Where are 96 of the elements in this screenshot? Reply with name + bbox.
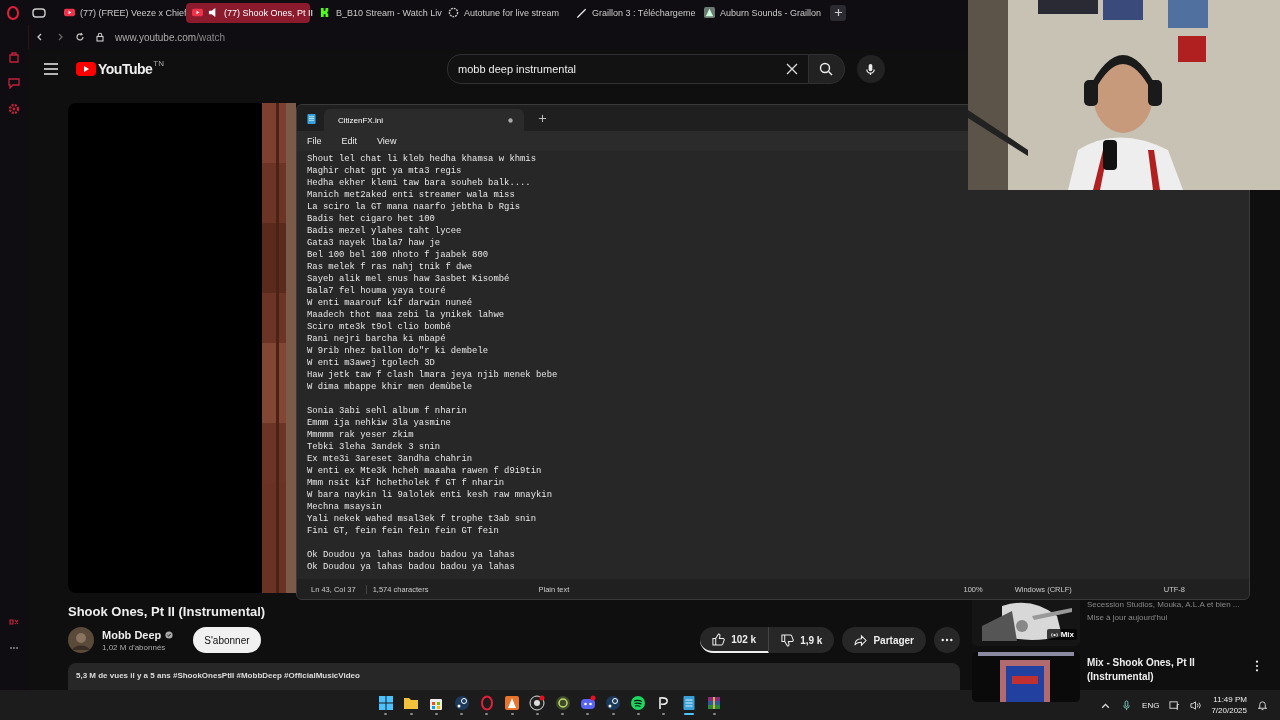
text-line: Mmmmm rak yeser zkim: [307, 429, 415, 441]
text-line: Bel 100 bel 100 nhoto f jaabek 800: [307, 249, 490, 261]
text-line: Maghir chat gpt ya mta3 regis: [307, 165, 463, 177]
more-icon: [941, 638, 953, 642]
region-code: TN: [153, 59, 164, 68]
notepad-icon: [307, 112, 316, 124]
text-line: Shout lel chat li kleb hedha khamsa w khmis: [307, 153, 537, 165]
subscriber-count: 1,02 M d'abonnés: [102, 642, 167, 652]
new-tab-icon[interactable]: [538, 113, 547, 123]
logo-text[interactable]: YouTube: [98, 61, 153, 77]
text-line: Gata3 nayek lbala7 haw je: [307, 237, 442, 249]
video-player[interactable]: [68, 103, 296, 593]
play-button-icon: [64, 7, 75, 18]
settings-icon[interactable]: [8, 103, 20, 115]
text-line: Tebki 3leha 3andek 3 snin: [307, 441, 442, 453]
text-line: Fini GT, fein fein fein fein GT fein: [307, 525, 500, 537]
flower-icon: [448, 7, 459, 18]
subscribe-button[interactable]: S'abonner: [193, 627, 261, 653]
share-button[interactable]: Partager: [842, 627, 926, 653]
triangle-icon: [704, 7, 715, 18]
dislike-button[interactable]: 1,9 k: [769, 627, 835, 653]
thumbs-down-icon: [781, 633, 795, 647]
text-line: Sayeb alik mel snus haw 3asbet Kisombé: [307, 273, 511, 285]
browser-tab[interactable]: Autotune for live stream: [442, 2, 566, 23]
letter-block-icon: [320, 7, 331, 18]
text-line: Sonia 3abi sehl album f nharin: [307, 405, 468, 417]
ring-icon[interactable]: [6, 5, 20, 20]
video-channels: Secession Studios, Mouka, A.L.A et bien ...: [1087, 600, 1241, 609]
text-line: Badis mezel ylahes taht lycee: [307, 225, 463, 237]
channel-name[interactable]: Mobb Deep: [102, 628, 162, 641]
language-indicator[interactable]: ENG: [1142, 700, 1160, 710]
text-line: W enti m3awej tgolech 3D: [307, 357, 436, 369]
new-tab-button[interactable]: [830, 4, 846, 21]
text-line: Yali nekek wahed msal3ek f trophe t3ab snin: [307, 513, 537, 525]
text-line: La sciro la GT mana naarfo jebtha b Rgis: [307, 201, 522, 213]
bag-icon[interactable]: [8, 51, 20, 63]
address-field[interactable]: www.youtube.com/watch: [115, 31, 226, 43]
text-line: W bara naykin li 9alolek enti kesh raw mnaykin: [307, 489, 553, 501]
text-line: Ex mte3i 3areset 3andha chahrin: [307, 453, 474, 465]
close-icon[interactable]: [786, 63, 798, 75]
verified-icon: [165, 630, 174, 639]
lock-icon: [95, 32, 105, 42]
video-meta: Mise à jour aujourd'hui: [1087, 613, 1169, 622]
search-icon: [819, 62, 834, 76]
text-line: Sciro mte3k t9ol clio bombé: [307, 321, 452, 333]
unsaved-dot-icon[interactable]: [507, 116, 514, 124]
video-title: Shook Ones, Pt II (Instrumental): [68, 604, 267, 619]
video-title[interactable]: Mix - Shook Ones, Pt II (Instrumental): [1087, 656, 1248, 684]
text-line: Manich met2aked enti streamer wala miss: [307, 189, 516, 201]
gamepad-icon[interactable]: [32, 7, 46, 18]
speaker-icon[interactable]: [1190, 699, 1202, 711]
search-button[interactable]: [809, 54, 845, 84]
text-line: Emmm ija nehkiw 3la yasmine: [307, 417, 452, 429]
text-line: W enti ex Mte3k hcheh maaaha rawen f d9i9tin: [307, 465, 543, 477]
notification-bell-icon[interactable]: [1257, 699, 1268, 711]
reload-icon[interactable]: [75, 32, 85, 42]
text-line: Rani nejri barcha ki mbapé: [307, 333, 447, 345]
network-icon[interactable]: [1169, 699, 1181, 711]
microphone-button[interactable]: [857, 55, 885, 83]
plus-icon: [833, 8, 843, 17]
more-icon[interactable]: [1255, 660, 1259, 672]
text-line: Ok Doudou ya lahas badou badou ya lahas: [307, 549, 516, 561]
text-line: Hedha ekher klemi taw bara souheb balk....: [307, 177, 532, 189]
search-field[interactable]: mobb deep instrumental: [447, 54, 809, 84]
browser-tab[interactable]: Auburn Sounds - Graillon: [698, 2, 822, 23]
text-line: Ras melek f ras nahj tnik f dwe: [307, 261, 474, 273]
text-line: Haw jetk taw f clash lmara jeya njib menek bebe: [307, 369, 559, 381]
chat-bubble-icon[interactable]: [8, 77, 20, 89]
menu-item[interactable]: Edit: [341, 136, 358, 146]
more-options-button[interactable]: [934, 627, 960, 653]
menu-icon[interactable]: [44, 63, 58, 75]
text-line: W enti maarouf kif darwin nuneé: [307, 297, 474, 309]
menu-item[interactable]: File: [307, 136, 322, 146]
microphone-icon: [865, 62, 877, 76]
play-button-icon: [192, 7, 203, 18]
like-button[interactable]: 102 k: [700, 627, 770, 653]
gx-icon[interactable]: [8, 616, 20, 628]
share-arrow-icon: [854, 633, 868, 647]
text-line: W 9rib nhez ballon do"r ki dembele: [307, 345, 490, 357]
play-button-icon[interactable]: [76, 62, 96, 76]
text-line: Badis het cigaro het 100: [307, 213, 436, 225]
description-box[interactable]: 5,3 M de vues il y a 5 ans #ShookOnesPtII #MobbDeep #OfficialMusicVideo: [68, 663, 960, 690]
file-tab[interactable]: CitizenFX.ini: [324, 109, 524, 131]
browser-tab[interactable]: Graillon 3 : Téléchargeme: [570, 2, 694, 23]
text-line: Mmm nsit kif hchetholek f GT f nharin: [307, 477, 506, 489]
channel-avatar[interactable]: [68, 627, 94, 653]
text-line: W dima mbappe khir men demùbele: [307, 381, 474, 393]
text-line: Ok Doudou ya lahas badou badou ya lahas: [307, 561, 516, 573]
clock[interactable]: 11:49 PM 7/20/2025: [1211, 694, 1247, 716]
text-line: Mechna msaysin: [307, 501, 383, 513]
microphone-icon[interactable]: [1121, 699, 1133, 711]
thumbs-up-icon: [712, 632, 726, 646]
text-line: Bala7 fel houma yaya touré: [307, 285, 447, 297]
text-line: Maadech thot maa zebi la ynikek lahwe: [307, 309, 506, 321]
menu-item[interactable]: View: [377, 136, 397, 146]
mix-badge: Mix: [1046, 629, 1077, 640]
